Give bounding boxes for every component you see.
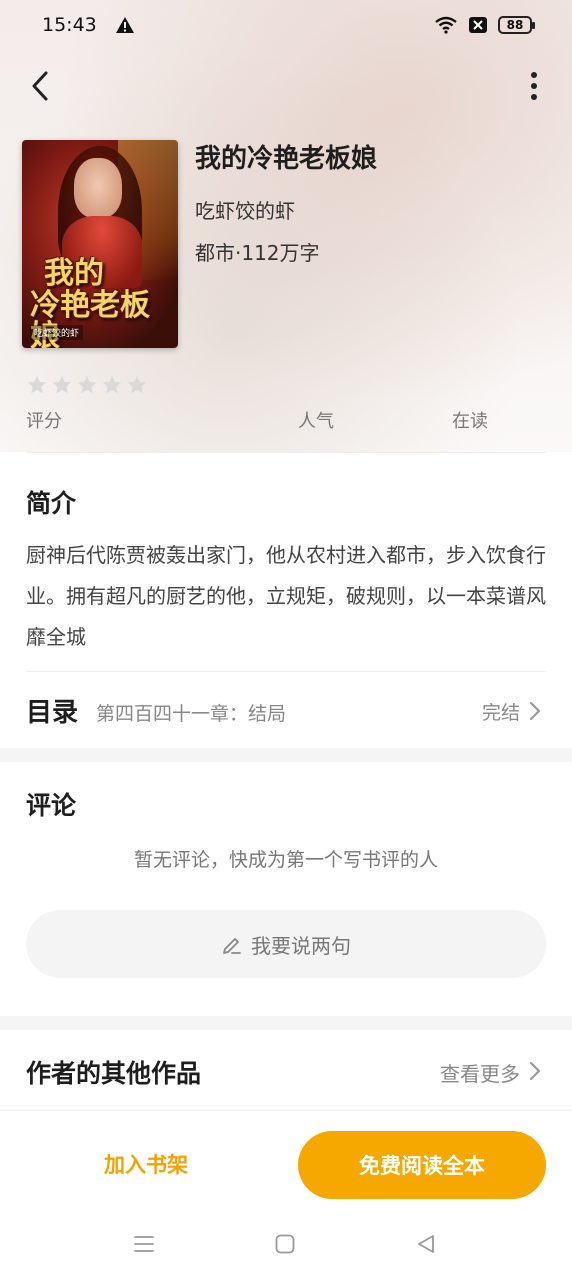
no-sim-icon [469,17,487,33]
battery-level: 88 [506,18,524,32]
status-bar: 15:43 88 [0,0,572,50]
status-icons: 88 [434,16,535,34]
write-comment-button[interactable]: 我要说两句 [26,910,546,978]
battery-icon: 88 [498,16,535,34]
star-icon [102,375,122,394]
book-meta: 都市·112万字 [195,241,320,265]
table-of-contents-row[interactable]: 目录 第四百四十一章：结局 完结 [0,684,572,740]
star-icon [77,375,97,394]
read-free-label: 免费阅读全本 [359,1154,485,1178]
completion-status: 完结 [481,702,520,724]
system-navigation-bar [0,1210,572,1280]
more-vertical-icon [531,72,537,78]
latest-chapter: 第四百四十一章：结局 [96,703,287,725]
book-cover[interactable]: 我的 冷艳老板娘 吃虾饺的虾 [22,140,178,348]
divider [26,452,546,453]
book-author[interactable]: 吃虾饺的虾 [195,195,295,224]
intro-text: 厨神后代陈贾被轰出家门，他从农村进入都市，步入饮食行业。拥有超凡的厨艺的他，立规… [26,543,546,649]
section-separator [0,748,572,762]
read-free-button[interactable]: 免费阅读全本 [298,1131,546,1199]
star-icon [52,375,72,394]
bottom-action-bar: 加入书架 免费阅读全本 [0,1110,572,1210]
reading-label: 在读 [452,411,488,432]
no-comments-text: 暂无评论，快成为第一个写书评的人 [133,849,438,871]
book-title: 我的冷艳老板娘 [195,144,378,174]
back-button[interactable] [22,68,58,104]
section-separator [0,1016,572,1030]
top-nav [0,62,572,110]
see-more-link[interactable]: 查看更多 [440,1058,520,1087]
menu-icon[interactable] [132,1232,156,1256]
popularity-label: 人气 [298,411,334,432]
write-comment-label: 我要说两句 [251,933,351,958]
chevron-right-icon [529,1061,541,1081]
other-works-title: 作者的其他作品 [26,1059,202,1088]
star-icon [27,375,47,394]
chevron-right-icon [529,701,541,721]
back-arrow-icon [32,71,48,101]
more-options-button[interactable] [524,68,544,104]
status-time: 15:43 [42,14,97,36]
rating-stars [26,374,148,396]
wifi-icon [435,16,457,34]
warning-icon [115,17,134,33]
add-to-shelf-button[interactable]: 加入书架 [104,1149,188,1179]
divider [26,671,546,672]
home-icon[interactable] [273,1232,297,1256]
comments-title: 评论 [26,791,77,820]
cover-author: 吃虾饺的虾 [30,325,84,340]
star-icon [127,375,147,394]
score-label: 评分 [26,411,62,432]
toc-title: 目录 [26,698,79,728]
back-triangle-icon[interactable] [414,1232,438,1256]
pencil-icon [223,938,241,954]
intro-title: 简介 [26,489,77,518]
